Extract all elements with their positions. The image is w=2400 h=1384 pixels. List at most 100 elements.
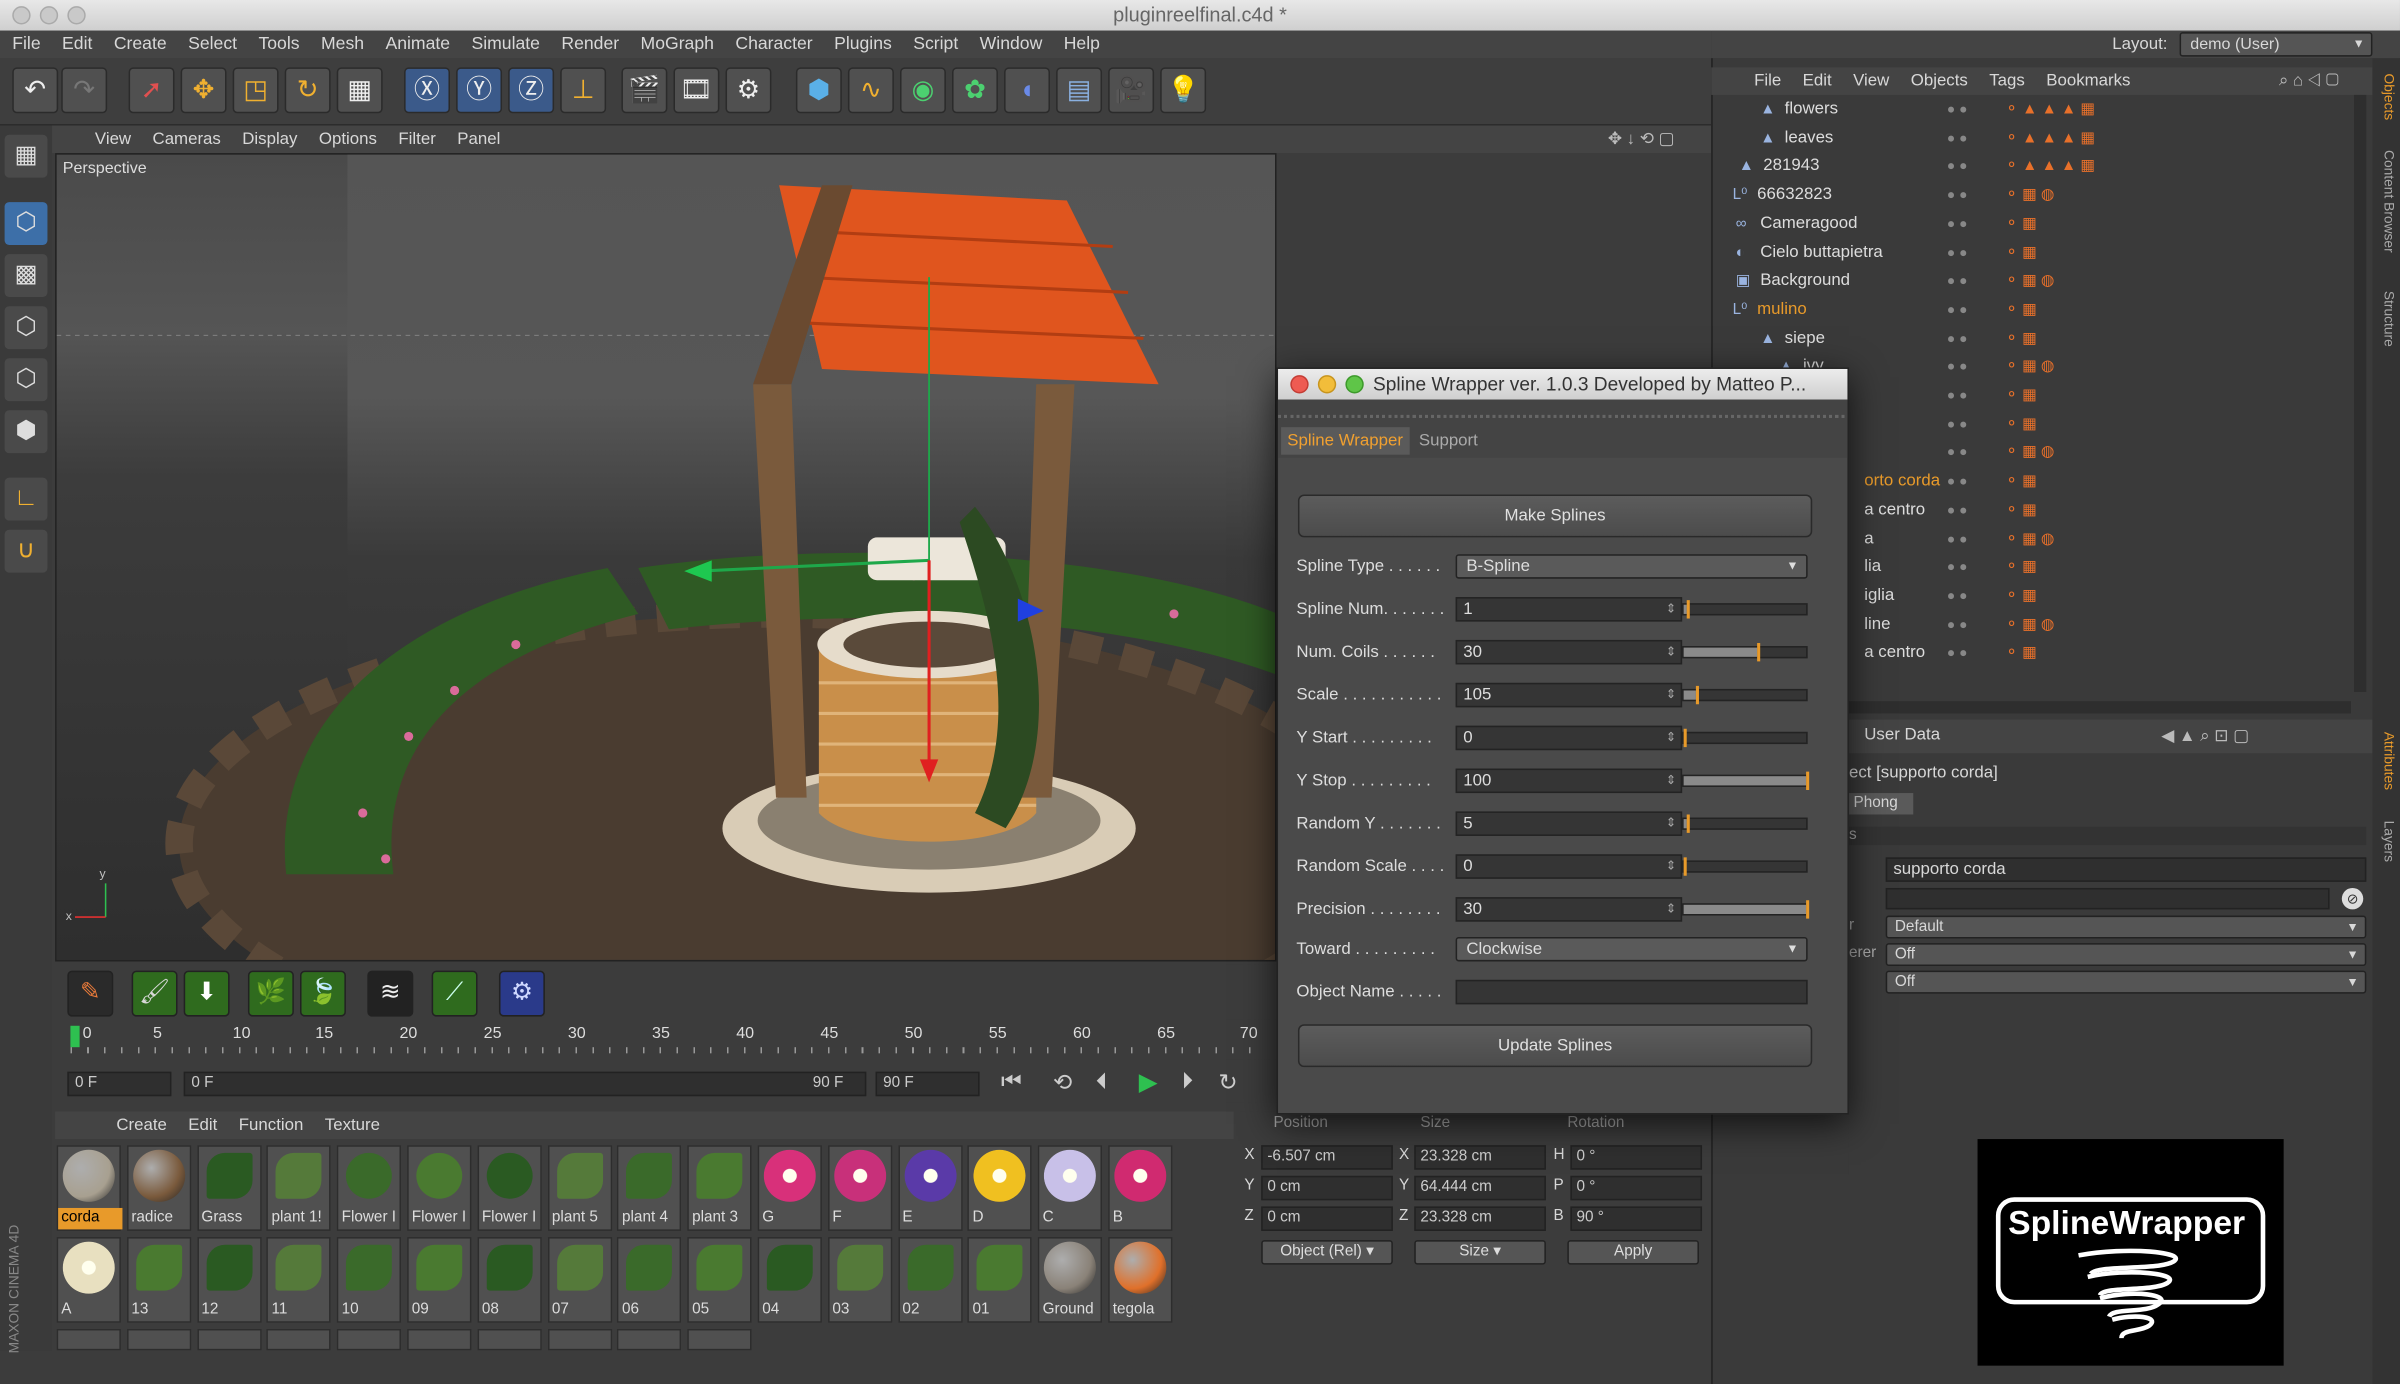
stepper-arrows-icon[interactable]: ⇕ xyxy=(1666,684,1676,705)
search-icon[interactable]: ⌕ ⌂ ◁ ▢ xyxy=(2279,67,2339,95)
parameter-input[interactable]: 30 ⇕ xyxy=(1455,639,1683,665)
material-swatch[interactable] xyxy=(617,1328,682,1351)
object-row[interactable]: ∞ Cameragood ● ● ⚬ ▦ xyxy=(1717,209,2351,238)
rotate-icon[interactable]: ↻ xyxy=(284,67,331,114)
slider-knob[interactable] xyxy=(1806,771,1810,790)
parameter-input[interactable]: 1 ⇕ xyxy=(1455,597,1683,622)
end-frame-field[interactable]: 90 F xyxy=(875,1071,980,1097)
update-splines-button[interactable]: Update Splines xyxy=(1297,1024,1813,1068)
material-swatch[interactable]: 13 xyxy=(126,1237,192,1323)
material-menu-edit[interactable]: Edit xyxy=(188,1116,217,1134)
layers-side-tab[interactable]: Layers xyxy=(2375,821,2397,862)
object-row[interactable]: L⁰ mulino ● ● ⚬ ▦ xyxy=(1717,295,2351,324)
visibility-dots-icon[interactable]: ● ● xyxy=(1947,181,1967,210)
material-swatch[interactable]: 04 xyxy=(757,1237,822,1323)
parameter-input[interactable]: 5 ⇕ xyxy=(1455,811,1683,836)
loop-icon[interactable]: ↻ xyxy=(1218,1069,1237,1096)
subdivision-icon[interactable]: ◉ xyxy=(899,67,946,114)
object-name-input[interactable] xyxy=(1455,979,1808,1005)
parameter-select[interactable]: B-Spline ▼ xyxy=(1455,554,1808,579)
undo-icon[interactable]: ↶ xyxy=(12,67,59,114)
object-tags-icons[interactable]: ⚬ ▦ xyxy=(2005,295,2037,324)
magnet-icon[interactable]: ∪ xyxy=(4,529,48,573)
tree-icon[interactable]: 🌿 xyxy=(247,970,294,1017)
menu-character[interactable]: Character xyxy=(735,35,812,53)
material-swatch[interactable]: D xyxy=(967,1145,1033,1231)
structure-side-tab[interactable]: Structure xyxy=(2375,291,2397,347)
slider-knob[interactable] xyxy=(1806,900,1810,919)
menu-simulate[interactable]: Simulate xyxy=(471,35,539,53)
dialog-close-button[interactable] xyxy=(1290,375,1309,394)
menu-script[interactable]: Script xyxy=(913,35,958,53)
material-swatch[interactable]: C xyxy=(1038,1145,1103,1231)
material-swatch[interactable] xyxy=(196,1328,262,1351)
menu-help[interactable]: Help xyxy=(1064,35,1100,53)
menu-window[interactable]: Window xyxy=(980,35,1043,53)
paint-leaf-icon[interactable]: 🖌 xyxy=(131,970,178,1017)
material-swatch[interactable] xyxy=(56,1328,121,1351)
menu-mograph[interactable]: MoGraph xyxy=(641,35,714,53)
material-swatch[interactable]: 10 xyxy=(337,1237,402,1323)
objects-menu-bookmarks[interactable]: Bookmarks xyxy=(2046,72,2130,90)
slider-knob[interactable] xyxy=(1686,814,1690,833)
deformer-icon[interactable]: ◖ xyxy=(1004,67,1050,114)
visibility-dots-icon[interactable]: ● ● xyxy=(1947,553,1967,582)
visibility-dots-icon[interactable]: ● ● xyxy=(1947,467,1967,496)
stepper-arrows-icon[interactable]: ⇕ xyxy=(1666,727,1676,748)
object-row[interactable]: ▲ 281943 ● ● ⚬ ▲ ▲ ▲ ▦ xyxy=(1717,152,2351,181)
visibility-dots-icon[interactable]: ● ● xyxy=(1947,267,1967,296)
material-swatch[interactable]: E xyxy=(897,1145,963,1231)
visible-renderer-select[interactable]: Off ▼ xyxy=(1885,943,2367,967)
object-tags-icons[interactable]: ⚬ ▲ ▲ ▲ ▦ xyxy=(2005,152,2095,181)
object-tags-icons[interactable]: ⚬ ▦ ◍ xyxy=(2005,181,2054,210)
parameter-slider[interactable] xyxy=(1682,643,1808,662)
size-mode-select[interactable]: Size ▾ xyxy=(1414,1240,1546,1265)
visibility-dots-icon[interactable]: ● ● xyxy=(1947,496,1967,525)
visibility-dots-icon[interactable]: ● ● xyxy=(1947,582,1967,611)
material-swatch[interactable]: A xyxy=(56,1237,121,1323)
leaf-icon[interactable]: 🍃 xyxy=(299,970,346,1017)
user-data-tab[interactable]: User Data xyxy=(1864,726,1940,744)
slider-knob[interactable] xyxy=(1686,600,1690,619)
viewport-navigation-icons[interactable]: ✥ ↓ ⟲ ▢ xyxy=(1608,126,1675,154)
parameter-input[interactable]: 30 ⇕ xyxy=(1455,897,1683,922)
parameter-slider[interactable] xyxy=(1682,600,1808,619)
object-row[interactable]: ▣ Background ● ● ⚬ ▦ ◍ xyxy=(1717,267,2351,296)
material-swatch[interactable]: 05 xyxy=(687,1237,752,1323)
tab-support[interactable]: Support xyxy=(1413,427,1484,455)
object-list-scrollbar[interactable] xyxy=(2354,94,2367,693)
object-row[interactable]: ▲ flowers ● ● ⚬ ▲ ▲ ▲ ▦ xyxy=(1717,95,2351,124)
slider-knob[interactable] xyxy=(1757,643,1761,662)
menu-render[interactable]: Render xyxy=(561,35,619,53)
make-splines-button[interactable]: Make Splines xyxy=(1297,494,1813,538)
material-menu-create[interactable]: Create xyxy=(116,1116,167,1134)
position-field[interactable]: 0 cm xyxy=(1261,1206,1393,1231)
object-tags-icons[interactable]: ⚬ ▦ ◍ xyxy=(2005,438,2054,467)
objects-menu-file[interactable]: File xyxy=(1754,72,1781,90)
visibility-dots-icon[interactable]: ● ● xyxy=(1947,324,1967,353)
layout-select[interactable]: demo (User) ▼ xyxy=(2179,32,2373,57)
redo-icon[interactable]: ↷ xyxy=(61,67,108,114)
cloner-icon[interactable]: ✿ xyxy=(952,67,998,114)
render-settings-icon[interactable]: ⚙ xyxy=(725,67,772,114)
visibility-dots-icon[interactable]: ● ● xyxy=(1947,295,1967,324)
make-editable-icon[interactable]: ▦ xyxy=(4,134,48,178)
material-swatch[interactable]: 02 xyxy=(897,1237,963,1323)
recent-tools-icon[interactable]: ▦ xyxy=(336,67,383,114)
branch-icon[interactable]: ⟋ xyxy=(431,970,478,1017)
object-tags-icons[interactable]: ⚬ ▦ xyxy=(2005,324,2037,353)
material-menu-function[interactable]: Function xyxy=(239,1116,304,1134)
object-tags-icons[interactable]: ⚬ ▦ ◍ xyxy=(2005,267,2054,296)
material-swatch[interactable]: G xyxy=(757,1145,822,1231)
axis-mode-icon[interactable]: ∟ xyxy=(4,477,48,521)
object-tags-icons[interactable]: ⚬ ▦ xyxy=(2005,467,2037,496)
material-swatch[interactable]: tegola xyxy=(1108,1237,1173,1323)
material-swatch[interactable]: F xyxy=(827,1145,893,1231)
dialog-minimize-button[interactable] xyxy=(1317,375,1337,394)
menu-tools[interactable]: Tools xyxy=(258,35,299,53)
drop-leaf-icon[interactable]: ⬇ xyxy=(183,970,230,1017)
parameter-input[interactable]: 105 ⇕ xyxy=(1455,682,1683,708)
visible-editor-select[interactable]: Default ▼ xyxy=(1885,915,2367,939)
camera-icon[interactable]: 🎥 xyxy=(1108,67,1155,114)
apply-button[interactable]: Apply xyxy=(1567,1240,1699,1265)
